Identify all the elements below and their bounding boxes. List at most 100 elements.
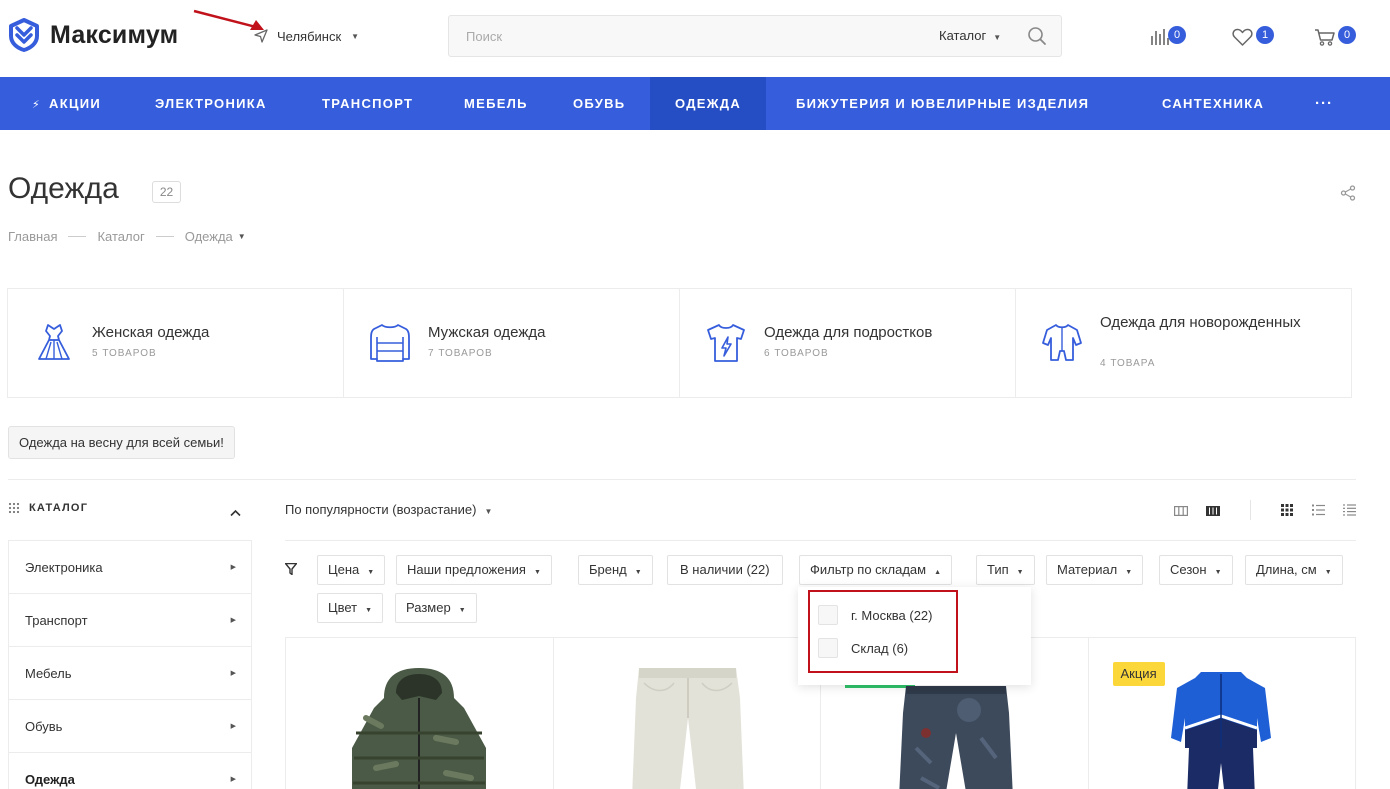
favorites-count-badge: 1 (1256, 26, 1274, 44)
filter-in-stock[interactable]: В наличии (22) (667, 555, 783, 585)
category-card-newborn[interactable]: Одежда для новорожденных 4 товара (1016, 289, 1351, 397)
share-icon (1340, 185, 1356, 201)
category-count: 6 товаров (764, 348, 829, 359)
nav-item-label: Обувь (573, 96, 626, 111)
sidebar-title: Каталог (8, 502, 88, 514)
sidebar-item-shoes[interactable]: Обувь ▶ (9, 700, 251, 753)
breadcrumb-catalog[interactable]: Каталог (97, 229, 144, 244)
filter-brand[interactable]: Бренд ▼ (578, 555, 653, 585)
product-image-tracksuit (1170, 672, 1271, 789)
view-list-button[interactable] (1312, 503, 1325, 521)
filter-toggle-button[interactable] (284, 562, 298, 580)
search-input[interactable] (449, 16, 919, 56)
filter-color[interactable]: Цвет ▼ (317, 593, 384, 623)
chevron-down-icon: ▼ (634, 569, 642, 576)
category-card-men[interactable]: Мужская одежда 7 товаров (344, 289, 680, 397)
filter-label: Бренд (589, 562, 627, 577)
nav-item-label: Одежда (674, 96, 742, 111)
brand-name: Максимум (50, 20, 179, 49)
view-table-button[interactable] (1343, 503, 1356, 521)
view-grid-button[interactable] (1281, 503, 1293, 521)
columns-four-icon (1206, 506, 1220, 516)
filter-label: Фильтр по складам (810, 562, 927, 577)
compare-button[interactable]: 0 (1150, 26, 1186, 51)
sidebar-item-electronics[interactable]: Электроника ▶ (9, 541, 251, 594)
filter-funnel-icon (284, 562, 298, 576)
product-card[interactable]: Акция (1089, 638, 1356, 789)
chevron-down-icon: ▼ (237, 232, 246, 241)
filter-offers[interactable]: Наши предложения ▼ (396, 555, 552, 585)
category-count: 7 товаров (428, 348, 493, 359)
breadcrumb-current[interactable]: Одежда (185, 229, 233, 244)
breadcrumb-separator (68, 236, 87, 237)
search-button[interactable] (1027, 26, 1047, 51)
breadcrumb-home[interactable]: Главная (8, 229, 57, 244)
columns-three-icon (1174, 506, 1189, 517)
chevron-down-icon: ▼ (533, 569, 541, 576)
favorites-button[interactable]: 1 (1232, 26, 1274, 51)
promo-tag[interactable]: Одежда на весну для всей семьи! (8, 426, 235, 459)
nav-item-transport[interactable]: Транспорт (322, 77, 413, 130)
view-separator (1250, 500, 1251, 520)
view-columns-3-button[interactable] (1174, 503, 1189, 521)
nav-item-label: Акции (49, 96, 102, 111)
sidebar-collapse-button[interactable] (230, 504, 241, 522)
filter-material[interactable]: Материал ▼ (1046, 555, 1144, 585)
nav-item-label: Электроника (155, 96, 267, 111)
filter-warehouses[interactable]: Фильтр по складам ▲ (799, 555, 953, 585)
nav-item-shoes[interactable]: Обувь (573, 77, 625, 130)
bodysuit-icon (1042, 324, 1082, 361)
product-image-trousers (631, 668, 744, 789)
view-columns-4-button[interactable] (1206, 503, 1220, 521)
cart-button[interactable]: 0 (1314, 26, 1356, 51)
heart-icon (1232, 28, 1253, 46)
category-count: 5 товаров (92, 348, 157, 359)
search-scope-select[interactable]: Каталог ▼ (939, 28, 1001, 43)
header: Максимум Челябинск ▼ Каталог ▼ (0, 0, 1390, 77)
filter-label: Наши предложения (407, 562, 526, 577)
chevron-down-icon: ▼ (458, 607, 466, 614)
product-card[interactable] (286, 638, 554, 789)
annotation-highlight-box (808, 590, 958, 673)
chevron-down-icon: ▼ (1214, 569, 1222, 576)
share-button[interactable] (1340, 185, 1356, 206)
nav-item-plumbing[interactable]: Сантехника (1162, 77, 1264, 130)
nav-item-sales[interactable]: ⚡ Акции (32, 77, 101, 130)
logo-icon (9, 18, 39, 52)
chevron-up-icon (230, 509, 241, 517)
logo[interactable]: Максимум (8, 18, 178, 52)
nav-item-jewelry[interactable]: Бижутерия и ювелирные изделия (796, 77, 1089, 130)
nav-item-clothing[interactable]: Одежда (650, 77, 766, 130)
chevron-up-icon: ▲ (934, 569, 942, 576)
filter-season[interactable]: Сезон ▼ (1159, 555, 1233, 585)
compare-count-badge: 0 (1168, 26, 1186, 44)
lightning-icon: ⚡ (32, 99, 42, 111)
filter-type[interactable]: Тип ▼ (976, 555, 1035, 585)
nav-more-button[interactable]: ··· (1315, 77, 1333, 130)
category-card-teens[interactable]: Одежда для подростков 6 товаров (680, 289, 1016, 397)
nav-item-label: Транспорт (322, 96, 414, 111)
nav-item-electronics[interactable]: Электроника (155, 77, 267, 130)
sidebar-item-clothing[interactable]: Одежда ▶ (9, 753, 251, 789)
sidebar-item-furniture[interactable]: Мебель ▶ (9, 647, 251, 700)
subcategory-cards: Женская одежда 5 товаров Мужская одежда … (7, 288, 1352, 398)
main-nav: ⚡ Акции Электроника Транспорт Мебель Обув… (0, 77, 1390, 130)
sort-select[interactable]: По популярности (возрастание) ▼ (285, 502, 492, 517)
city-selector[interactable]: Челябинск ▼ (253, 28, 359, 44)
sidebar-catalog-list: Электроника ▶ Транспорт ▶ Мебель ▶ Обувь ▶ О… (8, 540, 252, 789)
sidebar-item-transport[interactable]: Транспорт ▶ (9, 594, 251, 647)
filter-length[interactable]: Длина, см ▼ (1245, 555, 1343, 585)
city-name: Челябинск (277, 28, 342, 44)
category-card-women[interactable]: Женская одежда 5 товаров (8, 289, 344, 397)
product-card[interactable] (554, 638, 821, 789)
category-count: 4 товара (1100, 358, 1156, 369)
chevron-right-icon: ▶ (230, 564, 236, 571)
filter-size[interactable]: Размер ▼ (395, 593, 477, 623)
grid-view-icon (1281, 504, 1293, 516)
nav-item-label: Бижутерия и ювелирные изделия (796, 96, 1090, 111)
cart-icon (1315, 29, 1335, 46)
chevron-down-icon: ▼ (993, 33, 1002, 42)
sidebar-title-label: Каталог (29, 502, 89, 514)
filter-price[interactable]: Цена ▼ (317, 555, 386, 585)
nav-item-furniture[interactable]: Мебель (464, 77, 528, 130)
